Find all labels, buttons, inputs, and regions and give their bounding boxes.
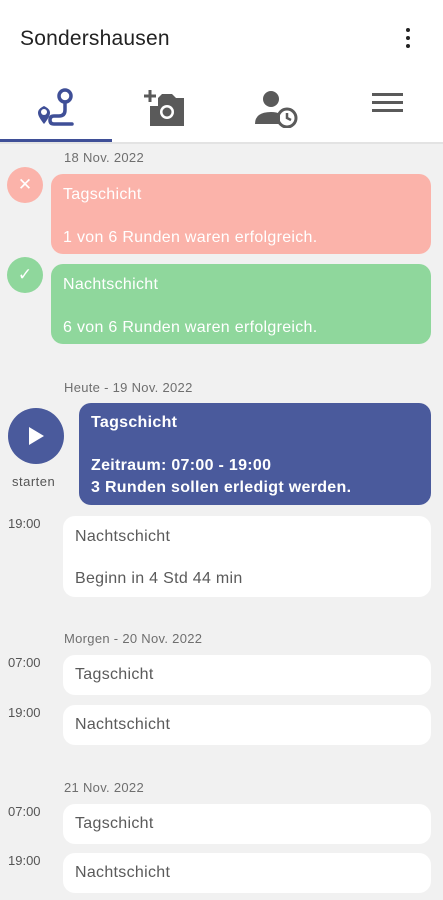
- more-options-button[interactable]: [396, 24, 420, 52]
- add-photo-icon: [144, 90, 184, 126]
- divider: [0, 142, 443, 144]
- tab-add-photo[interactable]: [111, 84, 221, 142]
- shift-rounds: 3 Runden sollen erledigt werden.: [91, 479, 352, 496]
- status-failed: ✕: [7, 167, 43, 203]
- play-icon: [29, 427, 44, 445]
- shift-name: Tagschicht: [75, 815, 154, 832]
- check-icon: ✓: [17, 265, 33, 284]
- page-title: Sondershausen: [20, 27, 170, 50]
- shift-card[interactable]: Tagschicht 1 von 6 Runden waren erfolgre…: [51, 174, 431, 254]
- shift-name: Nachtschicht: [75, 716, 171, 733]
- date-header: 18 Nov. 2022: [64, 150, 144, 165]
- close-icon: ✕: [17, 175, 33, 194]
- start-shift-button[interactable]: [8, 408, 64, 464]
- shift-name: Nachtschicht: [63, 276, 159, 293]
- date-header: Heute - 19 Nov. 2022: [64, 380, 193, 395]
- shift-period: Zeitraum: 07:00 - 19:00: [91, 457, 272, 474]
- status-success: ✓: [7, 257, 43, 293]
- shift-time: 19:00: [8, 705, 41, 720]
- current-shift-card[interactable]: Tagschicht Zeitraum: 07:00 - 19:00 3 Run…: [79, 403, 431, 505]
- date-header: 21 Nov. 2022: [64, 780, 144, 795]
- shift-time: 07:00: [8, 804, 41, 819]
- app-bar: Sondershausen: [0, 0, 443, 144]
- tab-routes[interactable]: [0, 84, 110, 142]
- shift-name: Nachtschicht: [75, 864, 171, 881]
- shift-card[interactable]: Nachtschicht 6 von 6 Runden waren erfolg…: [51, 264, 431, 344]
- shift-name: Nachtschicht: [75, 528, 171, 545]
- shift-name: Tagschicht: [63, 186, 142, 203]
- start-label: starten: [12, 474, 56, 489]
- tab-menu[interactable]: [333, 84, 443, 142]
- shift-detail: 6 von 6 Runden waren erfolgreich.: [63, 319, 318, 336]
- shift-time: 19:00: [8, 516, 41, 531]
- shift-countdown: Beginn in 4 Std 44 min: [75, 570, 243, 587]
- hamburger-menu-icon: [372, 93, 403, 112]
- shift-detail: 1 von 6 Runden waren erfolgreich.: [63, 229, 318, 246]
- more-vert-icon: [406, 28, 410, 32]
- shift-name: Tagschicht: [91, 414, 178, 431]
- shift-name: Tagschicht: [75, 666, 154, 683]
- person-clock-icon: [255, 91, 298, 128]
- tab-person-schedule[interactable]: [222, 84, 332, 142]
- shift-card[interactable]: Nachtschicht: [63, 705, 431, 745]
- shift-card[interactable]: Nachtschicht Beginn in 4 Std 44 min: [63, 516, 431, 597]
- shift-card[interactable]: Tagschicht: [63, 804, 431, 844]
- date-header: Morgen - 20 Nov. 2022: [64, 631, 203, 646]
- route-icon: [38, 88, 74, 126]
- shift-card[interactable]: Nachtschicht: [63, 853, 431, 893]
- shift-card[interactable]: Tagschicht: [63, 655, 431, 695]
- shift-time: 19:00: [8, 853, 41, 868]
- shift-time: 07:00: [8, 655, 41, 670]
